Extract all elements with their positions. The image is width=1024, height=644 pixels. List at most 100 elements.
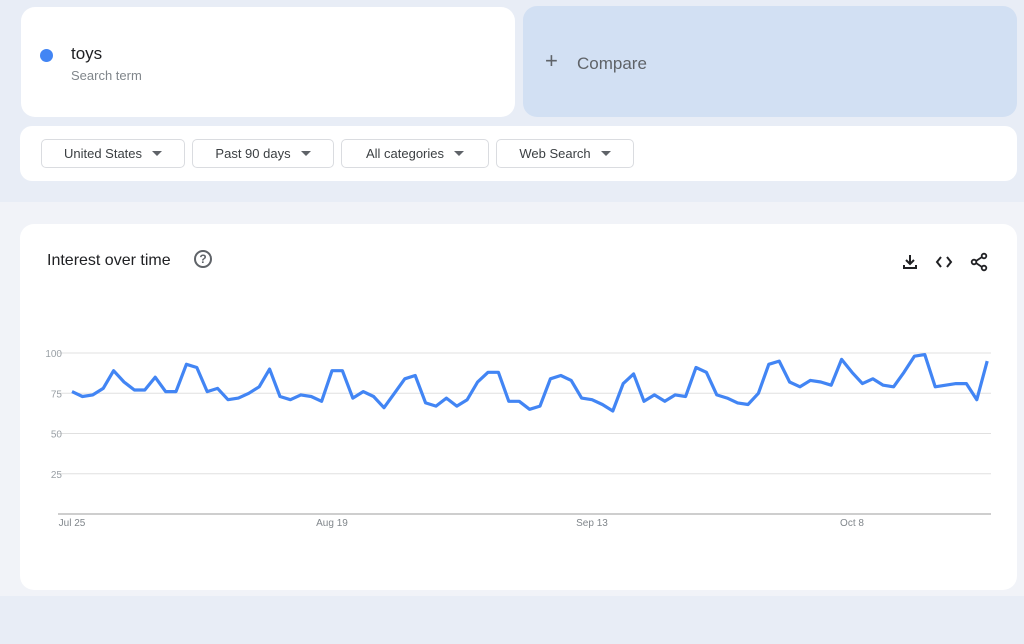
data-point[interactable] <box>653 393 656 396</box>
data-point[interactable] <box>684 395 687 398</box>
data-point[interactable] <box>435 405 438 408</box>
data-point[interactable] <box>289 398 292 401</box>
data-point[interactable] <box>955 382 958 385</box>
data-point[interactable] <box>279 395 282 398</box>
data-point[interactable] <box>331 369 334 372</box>
data-point[interactable] <box>237 397 240 400</box>
data-point[interactable] <box>476 380 479 383</box>
filter-time-dropdown[interactable]: Past 90 days <box>192 139 334 168</box>
data-point[interactable] <box>123 380 126 383</box>
data-point[interactable] <box>871 377 874 380</box>
data-point[interactable] <box>622 382 625 385</box>
data-point[interactable] <box>882 384 885 387</box>
data-point[interactable] <box>195 366 198 369</box>
data-point[interactable] <box>258 385 261 388</box>
data-point[interactable] <box>705 371 708 374</box>
data-point[interactable] <box>923 353 926 356</box>
data-point[interactable] <box>497 371 500 374</box>
data-point[interactable] <box>528 408 531 411</box>
filter-region-dropdown[interactable]: United States <box>41 139 185 168</box>
compare-button[interactable]: + Compare <box>523 6 1017 117</box>
filter-category-dropdown[interactable]: All categories <box>341 139 489 168</box>
data-point[interactable] <box>570 379 573 382</box>
data-point[interactable] <box>185 363 188 366</box>
data-point[interactable] <box>71 390 74 393</box>
data-point[interactable] <box>383 406 386 409</box>
data-point[interactable] <box>164 390 167 393</box>
data-point[interactable] <box>310 395 313 398</box>
data-point[interactable] <box>341 369 344 372</box>
data-point[interactable] <box>975 398 978 401</box>
embed-code-icon[interactable] <box>934 252 954 272</box>
data-point[interactable] <box>102 387 105 390</box>
data-point[interactable] <box>154 376 157 379</box>
data-point[interactable] <box>487 371 490 374</box>
data-point[interactable] <box>934 385 937 388</box>
data-point[interactable] <box>944 384 947 387</box>
data-point[interactable] <box>227 398 230 401</box>
data-point[interactable] <box>601 403 604 406</box>
data-point[interactable] <box>799 385 802 388</box>
data-point[interactable] <box>507 400 510 403</box>
data-point[interactable] <box>757 392 760 395</box>
data-point[interactable] <box>788 380 791 383</box>
download-icon[interactable] <box>900 252 920 272</box>
filter-property-dropdown[interactable]: Web Search <box>496 139 634 168</box>
data-point[interactable] <box>747 403 750 406</box>
search-term-name[interactable]: toys <box>71 44 102 64</box>
data-point[interactable] <box>268 368 271 371</box>
data-point[interactable] <box>143 389 146 392</box>
data-point[interactable] <box>715 393 718 396</box>
data-point[interactable] <box>518 400 521 403</box>
data-point[interactable] <box>414 374 417 377</box>
data-point[interactable] <box>362 390 365 393</box>
data-point[interactable] <box>112 369 115 372</box>
data-point[interactable] <box>372 395 375 398</box>
data-point[interactable] <box>403 377 406 380</box>
data-point[interactable] <box>736 401 739 404</box>
data-point[interactable] <box>632 372 635 375</box>
data-point[interactable] <box>445 397 448 400</box>
data-point[interactable] <box>424 401 427 404</box>
data-point[interactable] <box>819 380 822 383</box>
data-point[interactable] <box>320 400 323 403</box>
share-icon[interactable] <box>969 252 989 272</box>
data-point[interactable] <box>466 398 469 401</box>
data-point[interactable] <box>778 360 781 363</box>
data-point[interactable] <box>830 384 833 387</box>
data-point[interactable] <box>663 400 666 403</box>
data-point[interactable] <box>892 385 895 388</box>
data-point[interactable] <box>549 377 552 380</box>
data-point[interactable] <box>611 409 614 412</box>
data-point[interactable] <box>393 392 396 395</box>
data-point[interactable] <box>133 389 136 392</box>
data-point[interactable] <box>695 366 698 369</box>
data-point[interactable] <box>455 405 458 408</box>
data-point[interactable] <box>206 390 209 393</box>
data-point[interactable] <box>767 363 770 366</box>
data-point[interactable] <box>986 360 989 363</box>
data-point[interactable] <box>299 393 302 396</box>
data-point[interactable] <box>247 392 250 395</box>
data-point[interactable] <box>726 397 729 400</box>
data-point[interactable] <box>903 371 906 374</box>
data-point[interactable] <box>861 382 864 385</box>
search-term-card[interactable]: toys Search term <box>21 7 515 117</box>
data-point[interactable] <box>175 390 178 393</box>
data-point[interactable] <box>81 395 84 398</box>
data-point[interactable] <box>559 374 562 377</box>
data-point[interactable] <box>580 397 583 400</box>
data-point[interactable] <box>643 400 646 403</box>
data-point[interactable] <box>539 405 542 408</box>
data-point[interactable] <box>809 379 812 382</box>
data-point[interactable] <box>674 393 677 396</box>
data-point[interactable] <box>591 398 594 401</box>
data-point[interactable] <box>91 393 94 396</box>
data-point[interactable] <box>351 397 354 400</box>
help-circle-icon[interactable]: ? <box>194 250 212 268</box>
data-point[interactable] <box>840 358 843 361</box>
data-point[interactable] <box>216 387 219 390</box>
data-point[interactable] <box>913 355 916 358</box>
data-point[interactable] <box>965 382 968 385</box>
data-point[interactable] <box>851 371 854 374</box>
